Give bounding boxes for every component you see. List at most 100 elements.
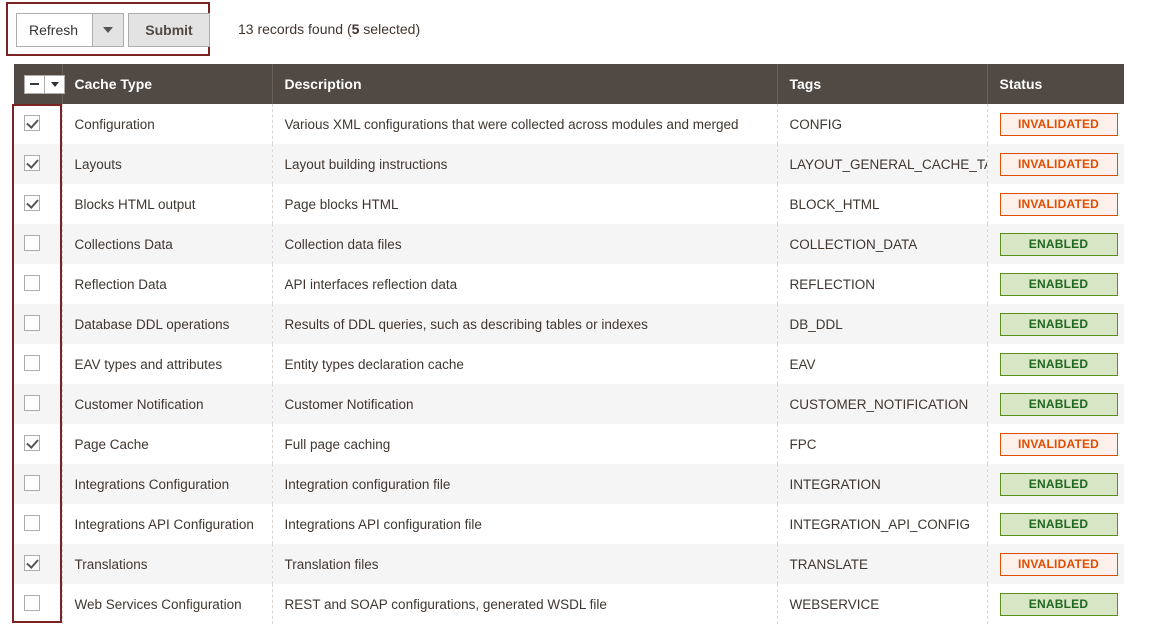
cell-description: API interfaces reflection data	[272, 264, 777, 304]
status-badge: ENABLED	[1000, 233, 1118, 256]
row-select-cell[interactable]	[14, 224, 62, 264]
row-checkbox-unchecked[interactable]	[24, 395, 40, 411]
row-select-cell[interactable]	[14, 344, 62, 384]
cell-cache-type: Integrations API Configuration	[62, 504, 272, 544]
row-select-cell[interactable]	[14, 584, 62, 624]
cell-tags: INTEGRATION	[777, 464, 987, 504]
row-checkbox-unchecked[interactable]	[24, 355, 40, 371]
column-header-cache-type[interactable]: Cache Type	[62, 64, 272, 104]
row-checkbox-unchecked[interactable]	[24, 315, 40, 331]
cell-description: Customer Notification	[272, 384, 777, 424]
cell-tags: LAYOUT_GENERAL_CACHE_TAG	[777, 144, 987, 184]
cell-cache-type: Database DDL operations	[62, 304, 272, 344]
cell-cache-type: Collections Data	[62, 224, 272, 264]
row-select-cell[interactable]	[14, 464, 62, 504]
cell-cache-type: Configuration	[62, 104, 272, 144]
select-all-control[interactable]	[24, 75, 65, 94]
table-row[interactable]: Reflection DataAPI interfaces reflection…	[14, 264, 1124, 304]
cell-cache-type: Blocks HTML output	[62, 184, 272, 224]
cell-description: Results of DDL queries, such as describi…	[272, 304, 777, 344]
row-checkbox-unchecked[interactable]	[24, 235, 40, 251]
cell-status: ENABLED	[987, 344, 1124, 384]
cell-tags: FPC	[777, 424, 987, 464]
row-select-cell[interactable]	[14, 144, 62, 184]
row-checkbox-checked[interactable]	[24, 435, 40, 451]
status-badge: INVALIDATED	[1000, 193, 1118, 216]
cell-description: Collection data files	[272, 224, 777, 264]
cell-tags: CUSTOMER_NOTIFICATION	[777, 384, 987, 424]
cell-description: Page blocks HTML	[272, 184, 777, 224]
select-all-header-cell[interactable]	[14, 64, 62, 104]
table-row[interactable]: EAV types and attributesEntity types dec…	[14, 344, 1124, 384]
select-all-chevron-down-icon[interactable]	[44, 76, 64, 93]
row-checkbox-unchecked[interactable]	[24, 275, 40, 291]
cell-status: ENABLED	[987, 504, 1124, 544]
cell-status: ENABLED	[987, 464, 1124, 504]
column-header-tags[interactable]: Tags	[777, 64, 987, 104]
row-checkbox-checked[interactable]	[24, 195, 40, 211]
status-badge: ENABLED	[1000, 593, 1118, 616]
table-row[interactable]: Database DDL operationsResults of DDL qu…	[14, 304, 1124, 344]
chevron-down-icon[interactable]	[92, 14, 123, 46]
status-badge: ENABLED	[1000, 313, 1118, 336]
cell-status: INVALIDATED	[987, 104, 1124, 144]
grid-toolbar: Refresh Submit 13 records found (5 selec…	[0, 0, 1155, 60]
status-badge: INVALIDATED	[1000, 113, 1118, 136]
table-header-row: Cache Type Description Tags Status	[14, 64, 1124, 104]
row-select-cell[interactable]	[14, 504, 62, 544]
table-row[interactable]: Customer NotificationCustomer Notificati…	[14, 384, 1124, 424]
column-header-status[interactable]: Status	[987, 64, 1124, 104]
cell-status: ENABLED	[987, 304, 1124, 344]
cell-tags: COLLECTION_DATA	[777, 224, 987, 264]
cell-tags: WEBSERVICE	[777, 584, 987, 624]
cell-cache-type: Translations	[62, 544, 272, 584]
table-row[interactable]: Web Services ConfigurationREST and SOAP …	[14, 584, 1124, 624]
column-header-description[interactable]: Description	[272, 64, 777, 104]
table-row[interactable]: Blocks HTML outputPage blocks HTMLBLOCK_…	[14, 184, 1124, 224]
cache-grid-container: Cache Type Description Tags Status Confi…	[14, 64, 1124, 624]
cell-status: INVALIDATED	[987, 424, 1124, 464]
cell-status: ENABLED	[987, 264, 1124, 304]
records-found-suffix: selected)	[359, 21, 420, 37]
records-found-prefix: 13 records found (	[238, 21, 352, 37]
cell-status: ENABLED	[987, 384, 1124, 424]
cache-grid: Cache Type Description Tags Status Confi…	[14, 64, 1124, 624]
cache-grid-header: Cache Type Description Tags Status	[14, 64, 1124, 104]
cell-tags: TRANSLATE	[777, 544, 987, 584]
indeterminate-checkbox-icon[interactable]	[25, 76, 44, 93]
mass-action-select[interactable]: Refresh	[16, 13, 124, 47]
row-select-cell[interactable]	[14, 544, 62, 584]
table-row[interactable]: Page CacheFull page cachingFPCINVALIDATE…	[14, 424, 1124, 464]
table-row[interactable]: Integrations ConfigurationIntegration co…	[14, 464, 1124, 504]
cell-cache-type: Web Services Configuration	[62, 584, 272, 624]
cell-tags: INTEGRATION_API_CONFIG	[777, 504, 987, 544]
status-badge: ENABLED	[1000, 513, 1118, 536]
row-select-cell[interactable]	[14, 304, 62, 344]
table-row[interactable]: Collections DataCollection data filesCOL…	[14, 224, 1124, 264]
submit-button[interactable]: Submit	[128, 13, 210, 47]
records-found-label: 13 records found (5 selected)	[238, 21, 420, 37]
row-checkbox-checked[interactable]	[24, 155, 40, 171]
cell-cache-type: Integrations Configuration	[62, 464, 272, 504]
cell-description: Layout building instructions	[272, 144, 777, 184]
cell-tags: EAV	[777, 344, 987, 384]
cache-grid-body: ConfigurationVarious XML configurations …	[14, 104, 1124, 624]
table-row[interactable]: LayoutsLayout building instructionsLAYOU…	[14, 144, 1124, 184]
cell-tags: BLOCK_HTML	[777, 184, 987, 224]
table-row[interactable]: Integrations API ConfigurationIntegratio…	[14, 504, 1124, 544]
cell-tags: CONFIG	[777, 104, 987, 144]
cell-cache-type: Page Cache	[62, 424, 272, 464]
row-checkbox-unchecked[interactable]	[24, 515, 40, 531]
row-select-cell[interactable]	[14, 184, 62, 224]
row-checkbox-unchecked[interactable]	[24, 475, 40, 491]
row-select-cell[interactable]	[14, 384, 62, 424]
table-row[interactable]: TranslationsTranslation filesTRANSLATEIN…	[14, 544, 1124, 584]
row-select-cell[interactable]	[14, 104, 62, 144]
cell-cache-type: EAV types and attributes	[62, 344, 272, 384]
row-checkbox-unchecked[interactable]	[24, 595, 40, 611]
row-select-cell[interactable]	[14, 424, 62, 464]
row-select-cell[interactable]	[14, 264, 62, 304]
row-checkbox-checked[interactable]	[24, 115, 40, 131]
row-checkbox-checked[interactable]	[24, 555, 40, 571]
table-row[interactable]: ConfigurationVarious XML configurations …	[14, 104, 1124, 144]
